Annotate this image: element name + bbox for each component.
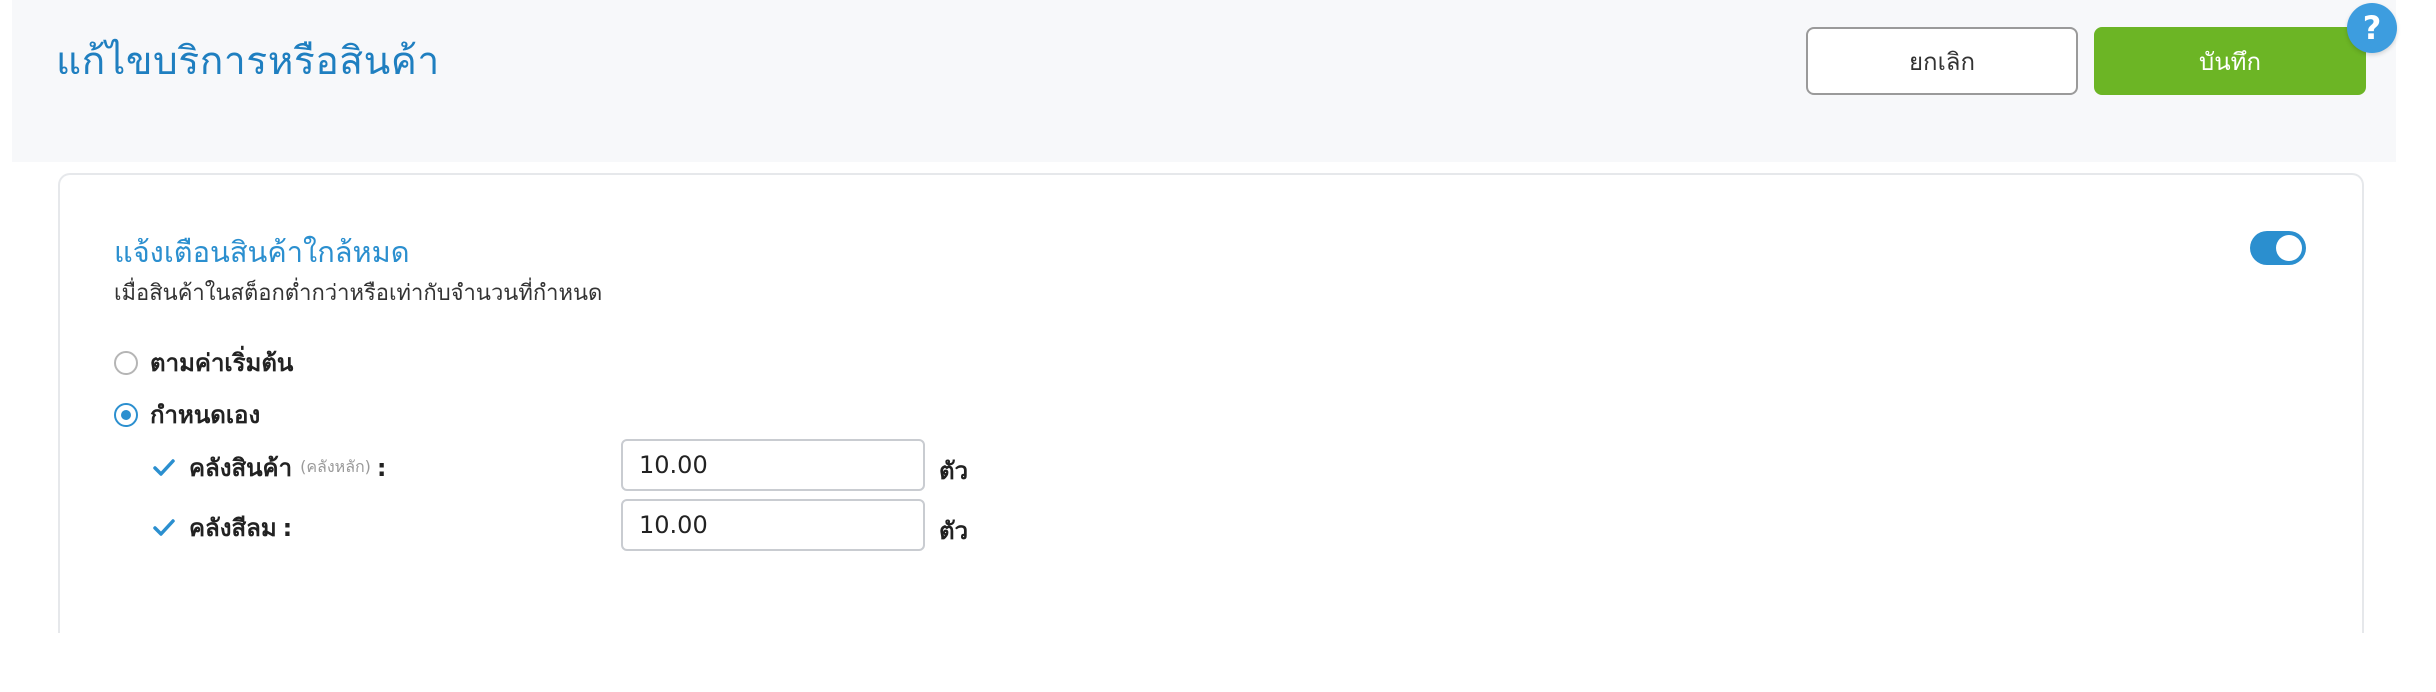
checkmark-icon <box>153 518 175 536</box>
label-colon: : <box>282 513 293 542</box>
radio-option-default[interactable]: ตามค่าเริ่มต้น <box>114 343 293 382</box>
unit-label: ตัว <box>939 457 969 485</box>
warehouse-row-silom: คลังสีลม : <box>151 508 292 547</box>
page-title: แก้ไขบริการหรือสินค้า <box>56 39 440 84</box>
label-colon: : <box>376 453 387 482</box>
quantity-input-main[interactable] <box>621 439 925 491</box>
radio-label: กำหนดเอง <box>150 401 261 429</box>
quantity-input-silom[interactable] <box>621 499 925 551</box>
low-stock-alert-card: แจ้งเตือนสินค้าใกล้หมด เมื่อสินค้าในสต็อ… <box>58 173 2364 633</box>
checkbox-warehouse-main[interactable] <box>151 455 177 481</box>
warehouse-label: คลังสีลม <box>189 514 277 542</box>
radio-button-selected[interactable] <box>114 402 138 427</box>
checkmark-icon <box>153 458 175 476</box>
checkbox-warehouse-silom[interactable] <box>151 515 177 541</box>
radio-option-custom[interactable]: กำหนดเอง <box>114 395 260 434</box>
section-title: แจ้งเตือนสินค้าใกล้หมด <box>114 235 410 269</box>
warehouse-row-main: คลังสินค้า (คลังหลัก) : <box>151 448 387 487</box>
warehouse-label: คลังสินค้า <box>189 454 293 482</box>
radio-button[interactable] <box>114 350 138 375</box>
unit-label: ตัว <box>939 517 969 545</box>
cancel-button[interactable]: ยกเลิก <box>1806 27 2078 95</box>
help-icon[interactable]: ? <box>2347 3 2397 53</box>
warehouse-sublabel: (คลังหลัก) <box>300 457 371 476</box>
save-button[interactable]: บันทึก <box>2094 27 2366 95</box>
radio-label: ตามค่าเริ่มต้น <box>150 349 294 377</box>
toggle-knob <box>2276 235 2302 261</box>
alert-toggle[interactable] <box>2250 231 2306 265</box>
section-description: เมื่อสินค้าในสต็อกต่ำกว่าหรือเท่ากับจำนว… <box>114 281 603 306</box>
